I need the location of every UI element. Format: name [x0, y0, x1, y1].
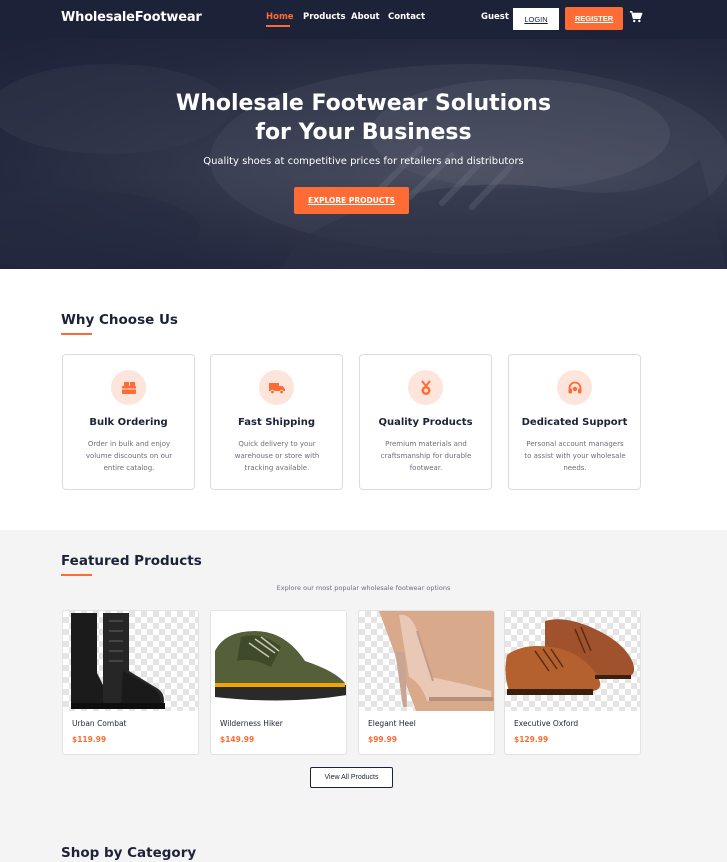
medal-icon	[408, 370, 443, 405]
feature-card-bulk-ordering: Bulk Ordering Order in bulk and enjoy vo…	[62, 354, 195, 490]
product-price: $149.99	[220, 735, 255, 744]
shop-by-category-title: Shop by Category	[61, 845, 197, 861]
featured-products-title: Featured Products	[61, 553, 202, 569]
feature-card-fast-shipping: Fast Shipping Quick delivery to your war…	[210, 354, 343, 490]
hiking-shoe-illustration	[215, 631, 346, 701]
product-image[interactable]	[505, 611, 640, 711]
product-card-urban-combat[interactable]: Urban Combat $119.99	[62, 610, 199, 755]
product-image[interactable]	[359, 611, 494, 711]
explore-products-button[interactable]: EXPLORE PRODUCTS	[294, 187, 409, 214]
active-nav-indicator	[266, 25, 290, 27]
product-name[interactable]: Executive Oxford	[514, 719, 578, 728]
feature-description: Quick delivery to your warehouse or stor…	[234, 440, 320, 472]
why-choose-us-title: Why Choose Us	[61, 312, 178, 328]
featured-products-subtitle: Explore our most popular wholesale footw…	[276, 584, 451, 592]
product-card-executive-oxford[interactable]: Executive Oxford $129.99	[504, 610, 641, 755]
headset-icon	[557, 370, 592, 405]
featured-products-section: Featured Products Explore our most popul…	[0, 530, 727, 862]
title-underline	[61, 574, 92, 576]
product-card-wilderness-hiker[interactable]: Wilderness Hiker $149.99	[210, 610, 347, 755]
feature-description: Order in bulk and enjoy volume discounts…	[85, 440, 173, 472]
nav-link-products[interactable]: Products	[303, 12, 346, 22]
hero-title: Wholesale Footwear Solutions for Your Bu…	[0, 89, 727, 147]
feature-card-dedicated-support: Dedicated Support Personal account manag…	[508, 354, 641, 490]
high-heel-illustration	[379, 611, 494, 711]
feature-description: Personal account managers to assist with…	[524, 440, 626, 472]
hero-subtitle: Quality shoes at competitive prices for …	[203, 156, 524, 167]
hero-overlay	[0, 39, 727, 269]
oxford-shoe-illustration	[505, 619, 635, 695]
combat-boot-illustration	[71, 613, 165, 709]
register-button[interactable]: REGISTER	[565, 7, 623, 30]
nav-link-home[interactable]: Home	[266, 12, 294, 22]
why-choose-us-section: Why Choose Us Bulk Ordering Order in bul…	[0, 269, 727, 530]
guest-label: Guest	[481, 12, 509, 22]
hero-title-line-1: Wholesale Footwear Solutions	[175, 91, 552, 116]
product-image[interactable]	[211, 611, 346, 711]
feature-title: Bulk Ordering	[89, 417, 168, 428]
hero-banner: Wholesale Footwear Solutions for Your Bu…	[0, 39, 727, 269]
nav-link-about[interactable]: About	[351, 12, 380, 22]
feature-card-quality-products: Quality Products Premium materials and c…	[359, 354, 492, 490]
hero-title-line-2: for Your Business	[255, 120, 472, 145]
feature-title: Dedicated Support	[521, 417, 628, 428]
feature-title: Fast Shipping	[238, 417, 315, 428]
product-image[interactable]	[63, 611, 198, 711]
nav-link-contact[interactable]: Contact	[388, 12, 425, 22]
product-price: $119.99	[72, 735, 107, 744]
navbar: WholesaleFootwear Home Products About Co…	[0, 0, 727, 39]
cart-icon[interactable]	[629, 10, 643, 24]
feature-description: Premium materials and craftsmanship for …	[380, 440, 472, 472]
product-name[interactable]: Wilderness Hiker	[220, 719, 283, 728]
title-underline	[61, 333, 92, 335]
login-button[interactable]: LOGIN	[513, 8, 559, 30]
brand-logo[interactable]: WholesaleFootwear	[61, 10, 202, 25]
product-price: $129.99	[514, 735, 549, 744]
product-name[interactable]: Urban Combat	[72, 719, 127, 728]
product-card-elegant-heel[interactable]: Elegant Heel $99.99	[358, 610, 495, 755]
view-all-products-button[interactable]: View All Products	[310, 767, 393, 788]
product-price: $99.99	[368, 735, 397, 744]
product-name[interactable]: Elegant Heel	[368, 719, 416, 728]
boxes-icon	[111, 370, 146, 405]
feature-title: Quality Products	[378, 417, 473, 428]
truck-icon	[259, 370, 294, 405]
